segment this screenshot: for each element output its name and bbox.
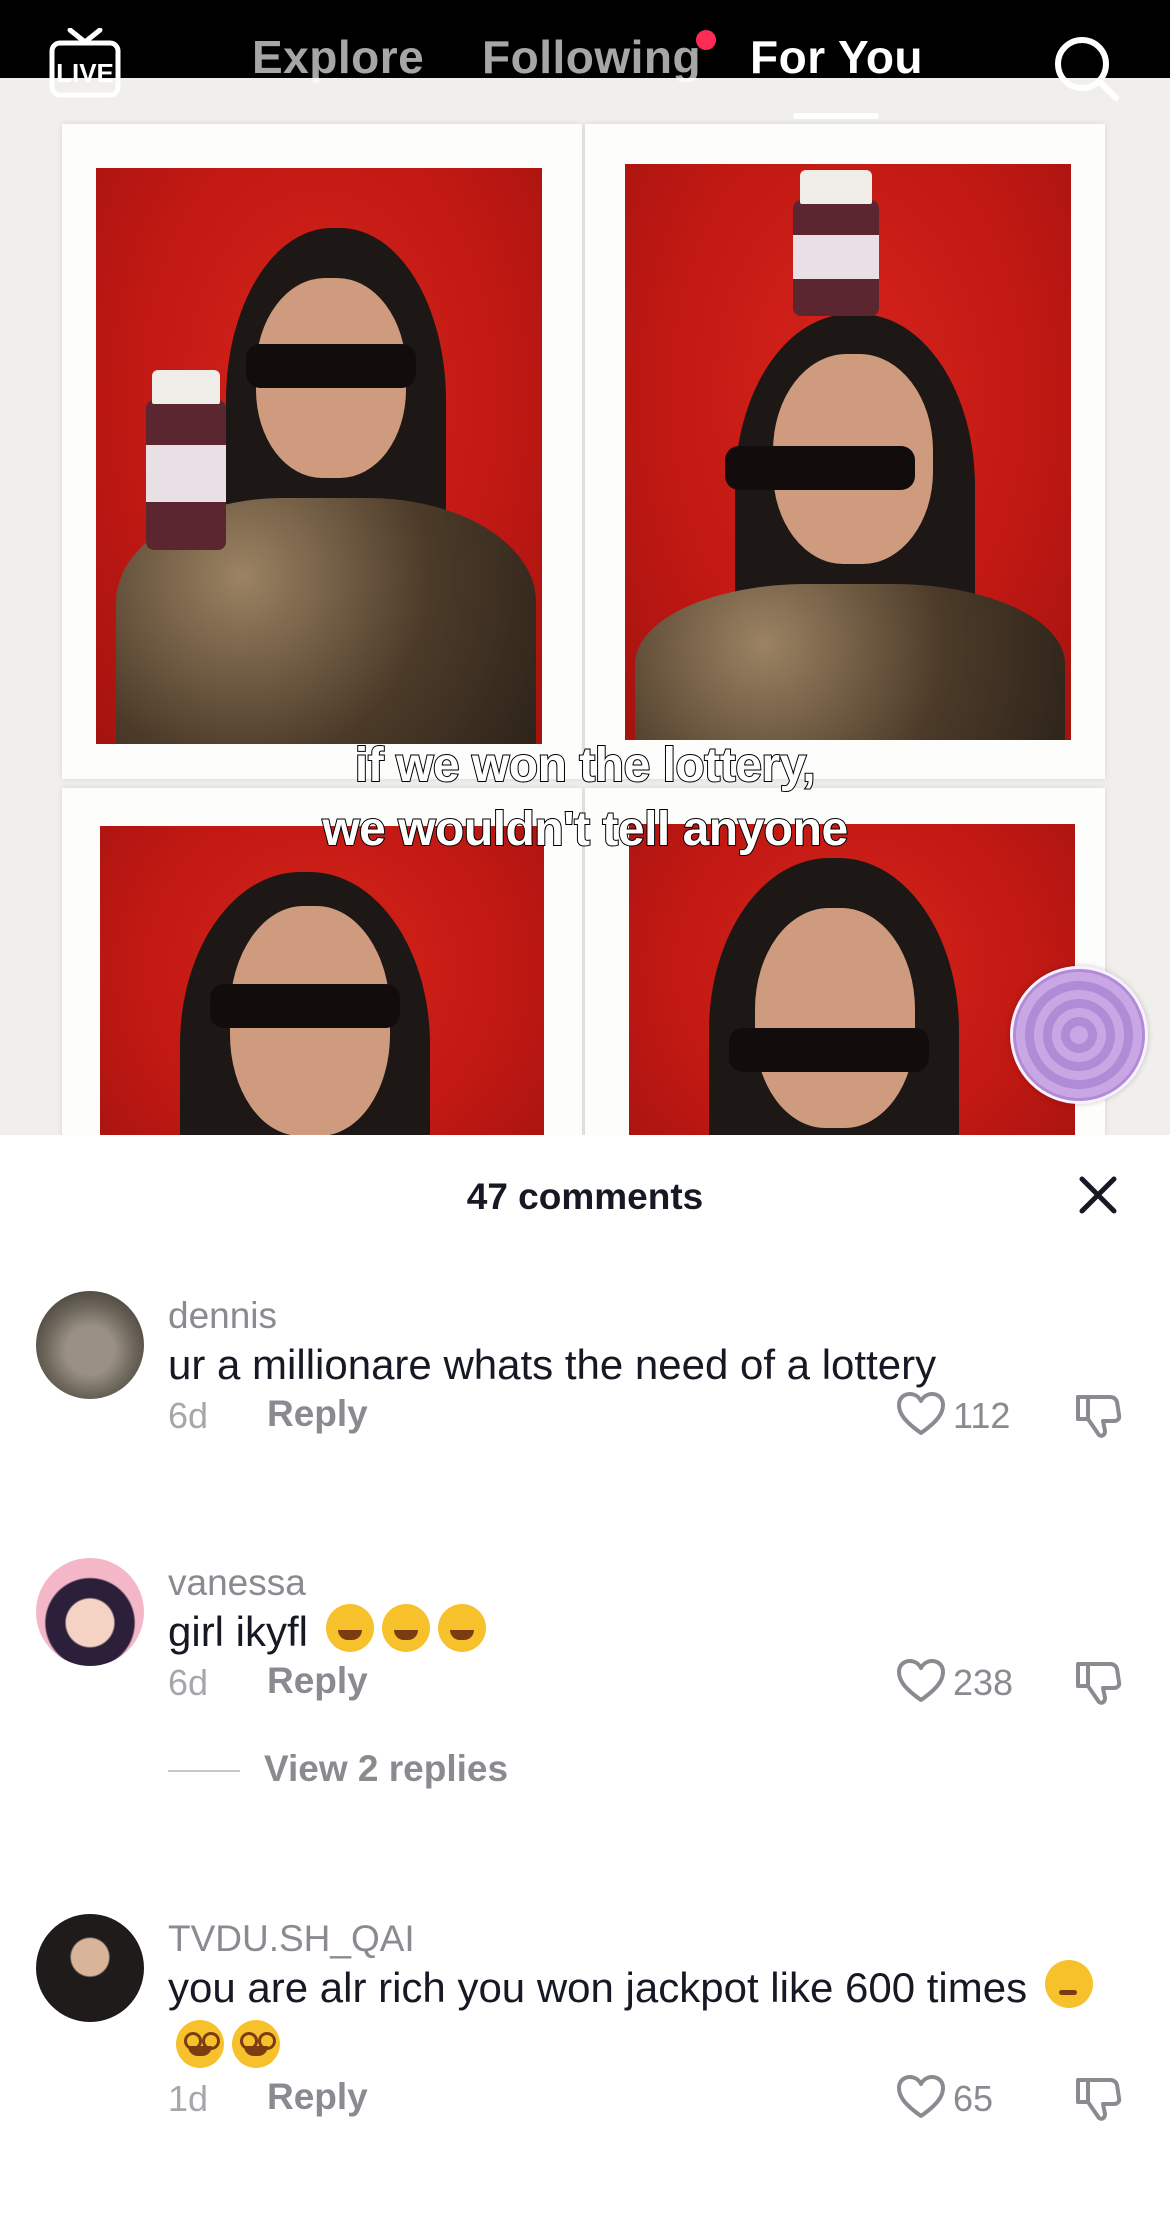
comment-text: girl ikyfl [168,1602,1108,1662]
replies-divider [168,1770,240,1772]
live-tv-icon[interactable]: LIVE [48,28,122,100]
comment-text: you are alr rich you won jackpot like 60… [168,1958,1108,2078]
like-count: 112 [953,1395,1011,1436]
dislike-icon[interactable] [1074,2074,1122,2122]
comments-count-title: 47 comments [466,1176,704,1217]
comment-username[interactable]: TVDU.SH_QAI [168,1918,415,1960]
photo-polaroid-top-left [62,124,582,779]
video-player[interactable]: if we won the lottery, we wouldn't tell … [0,0,1170,1135]
rolling-on-floor-laughing-icon [438,1604,487,1652]
comment-age: 6d [168,1395,209,1436]
live-label: LIVE [56,58,114,88]
comment-username[interactable]: vanessa [168,1562,306,1604]
heart-icon[interactable] [896,2074,946,2120]
video-caption-line: we wouldn't tell anyone [321,803,849,856]
rolling-on-floor-laughing-icon [326,1604,375,1652]
avatar[interactable] [36,1291,144,1399]
tab-for-you[interactable]: For You [750,34,923,80]
comment-item: vanessa girl ikyfl 6d Reply 238 View 2 r… [0,1558,1170,1838]
tab-explore[interactable]: Explore [252,34,424,80]
notification-dot [696,30,716,50]
video-caption-line: if we won the lottery, [354,739,817,792]
comment-item: TVDU.SH_QAI you are alr rich you won jac… [0,1914,1170,2174]
heart-icon[interactable] [896,1658,946,1704]
like-count: 65 [953,2078,994,2119]
view-replies-button[interactable]: View 2 replies [264,1748,508,1790]
reply-button[interactable]: Reply [267,2076,368,2118]
avatar[interactable] [36,1558,144,1666]
reply-button[interactable]: Reply [267,1660,368,1702]
comment-item: dennis ur a millionare whats the need of… [0,1291,1170,1491]
like-count: 238 [953,1662,1014,1703]
avatar[interactable] [36,1914,144,2022]
close-icon[interactable] [1076,1173,1120,1217]
photo-polaroid-top-right [585,124,1105,779]
dislike-icon[interactable] [1074,1658,1122,1706]
tab-following[interactable]: Following [482,34,701,80]
comment-username[interactable]: dennis [168,1295,277,1337]
top-navigation-bar: LIVE Explore Following For You [0,0,1170,119]
thinking-face-icon [1045,1960,1094,2008]
dislike-icon[interactable] [1074,1391,1122,1439]
comments-sheet: 47 comments dennis ur a millionare whats… [0,1135,1170,2235]
search-icon[interactable] [1052,34,1122,104]
heart-icon[interactable] [896,1391,946,1437]
comment-text: ur a millionare whats the need of a lott… [168,1341,937,1388]
active-tab-indicator [793,113,879,119]
face-with-spiral-eyes-icon [232,2020,280,2068]
rolling-on-floor-laughing-icon [382,1604,431,1652]
sound-disc-icon[interactable] [1010,966,1148,1104]
comment-age: 6d [168,1662,209,1703]
reply-button[interactable]: Reply [267,1393,368,1435]
comment-age: 1d [168,2078,209,2119]
face-with-spiral-eyes-icon [176,2020,224,2068]
